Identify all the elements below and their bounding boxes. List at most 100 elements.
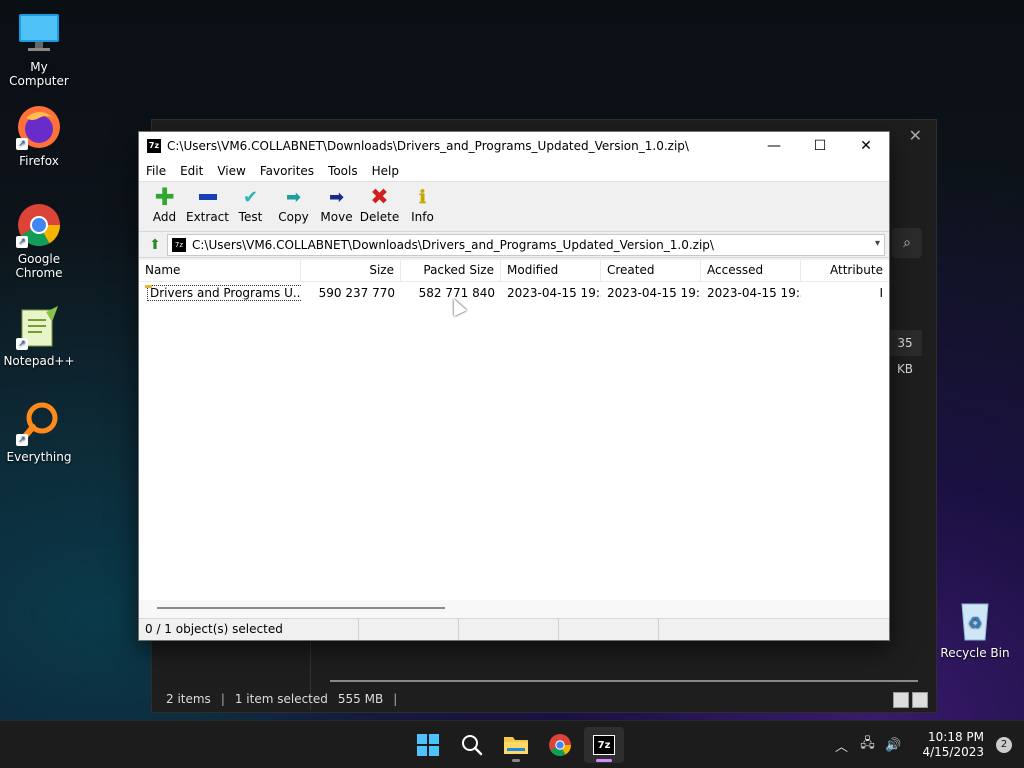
chrome-icon: ↗	[16, 202, 62, 248]
details-view-icon[interactable]	[893, 692, 909, 708]
copy-arrow-icon: ➡	[285, 186, 302, 208]
folder-icon	[504, 737, 528, 754]
row-packed-size: 582 771 840	[418, 286, 495, 300]
menu-tools[interactable]: Tools	[321, 164, 365, 178]
chrome-icon	[549, 734, 571, 756]
selected-size: 555 MB	[337, 692, 384, 706]
start-button[interactable]	[408, 727, 448, 763]
desktop-icon-everything[interactable]: ↗ Everything	[0, 400, 78, 464]
network-icon[interactable]: 🖧	[854, 734, 880, 756]
extract-label: Extract	[186, 210, 229, 224]
table-row[interactable]: Drivers and Programs U... 590 237 770 58…	[139, 283, 889, 303]
menu-help[interactable]: Help	[365, 164, 406, 178]
7zip-taskbar-button[interactable]: 7z	[584, 727, 624, 763]
notification-badge[interactable]: 2	[996, 737, 1012, 753]
shortcut-arrow-icon: ↗	[16, 338, 28, 350]
desktop-icon-label: Recycle Bin	[940, 646, 1010, 660]
menu-view[interactable]: View	[210, 164, 252, 178]
minimize-button[interactable]: —	[751, 132, 797, 160]
desktop-icon-chrome[interactable]: ↗ Google Chrome	[0, 202, 78, 280]
menu-edit[interactable]: Edit	[173, 164, 210, 178]
scrollbar-thumb[interactable]	[157, 607, 445, 609]
row-created: 2023-04-15 19:52	[607, 286, 701, 300]
chevron-down-icon[interactable]: ▾	[875, 238, 880, 249]
move-button[interactable]: ➡ Move	[315, 186, 358, 225]
horizontal-scrollbar[interactable]	[330, 680, 918, 682]
menu-favorites[interactable]: Favorites	[253, 164, 321, 178]
copy-button[interactable]: ➡ Copy	[272, 186, 315, 225]
row-name-cell[interactable]: Drivers and Programs U...	[139, 285, 301, 301]
maximize-button[interactable]: ☐	[797, 132, 843, 160]
address-input[interactable]: 7z C:\Users\VM6.COLLABNET\Downloads\Driv…	[167, 233, 885, 256]
desktop-icon-firefox[interactable]: ↗ Firefox	[0, 104, 78, 168]
close-button[interactable]: ✕	[843, 132, 889, 160]
delete-label: Delete	[359, 210, 400, 224]
desktop-icon-label: Everything	[6, 450, 72, 464]
add-button[interactable]: ✚ Add	[143, 183, 186, 224]
info-button[interactable]: ℹ Info	[401, 186, 444, 225]
status-bar: 0 / 1 object(s) selected	[139, 618, 889, 640]
row-attribute: I	[879, 286, 883, 300]
search-button[interactable]	[452, 727, 492, 763]
desktop-icon-label: Google Chrome	[15, 252, 63, 280]
column-accessed[interactable]: Accessed	[701, 260, 801, 281]
toolbar: ✚ Add Extract ✔ Test ➡ Copy ➡ Move ✖ Del…	[139, 182, 889, 232]
column-packed-size[interactable]: Packed Size	[401, 260, 501, 281]
move-arrow-icon: ➡	[328, 186, 345, 208]
selected-count: 1 item selected	[234, 692, 328, 706]
column-size[interactable]: Size	[301, 260, 401, 281]
shortcut-arrow-icon: ↗	[16, 434, 28, 446]
up-folder-icon[interactable]: ⬆	[143, 235, 167, 255]
window-title: C:\Users\VM6.COLLABNET\Downloads\Drivers…	[167, 139, 689, 153]
desktop-icon-label: Firefox	[19, 154, 59, 168]
search-icon	[462, 735, 483, 756]
file-list[interactable]: Name Size Packed Size Modified Created A…	[139, 260, 889, 600]
desktop-icon-my-computer[interactable]: My Computer	[0, 10, 78, 88]
column-name[interactable]: Name	[139, 260, 301, 281]
desktop-icon-recycle-bin[interactable]: ♻ Recycle Bin	[936, 596, 1014, 660]
file-size-label: 35 KB	[888, 330, 922, 376]
menu-file[interactable]: File	[139, 164, 173, 178]
chrome-taskbar-button[interactable]	[540, 727, 580, 763]
file-explorer-button[interactable]	[496, 727, 536, 763]
move-label: Move	[320, 210, 353, 224]
add-label: Add	[152, 210, 177, 224]
7zip-file-manager-window[interactable]: 7z C:\Users\VM6.COLLABNET\Downloads\Driv…	[138, 131, 890, 641]
test-button[interactable]: ✔ Test	[229, 186, 272, 225]
horizontal-scrollbar[interactable]	[139, 600, 889, 618]
row-size: 590 237 770	[318, 286, 395, 300]
volume-icon[interactable]: 🔊	[880, 738, 906, 753]
item-count: 2 items	[166, 692, 211, 706]
shortcut-arrow-icon: ↗	[16, 138, 28, 150]
clock[interactable]: 10:18 PM 4/15/2023	[922, 730, 984, 760]
column-modified[interactable]: Modified	[501, 260, 601, 281]
view-toggle[interactable]	[893, 692, 928, 708]
status-cell-3	[459, 619, 559, 640]
svg-text:♻: ♻	[968, 613, 982, 632]
chevron-up-icon[interactable]: ︿	[828, 736, 854, 755]
extract-button[interactable]: Extract	[186, 186, 229, 224]
taskbar: 7z ︿ 🖧 🔊 10:18 PM 4/15/2023 2	[0, 720, 1024, 768]
status-cell-4	[559, 619, 659, 640]
status-cell-2	[359, 619, 459, 640]
info-icon: ℹ	[419, 186, 426, 208]
test-label: Test	[238, 210, 263, 224]
search-icon[interactable]: ⌕	[892, 228, 922, 258]
column-headers: Name Size Packed Size Modified Created A…	[139, 260, 889, 282]
row-accessed: 2023-04-15 19:52	[707, 286, 801, 300]
selection-status: 0 / 1 object(s) selected	[139, 619, 359, 640]
column-created[interactable]: Created	[601, 260, 701, 281]
archive-icon: 7z	[172, 237, 186, 252]
search-icon: ↗	[16, 400, 62, 446]
close-icon[interactable]: ✕	[909, 126, 922, 145]
copy-label: Copy	[278, 210, 309, 224]
clock-date: 4/15/2023	[922, 745, 984, 759]
title-bar[interactable]: 7z C:\Users\VM6.COLLABNET\Downloads\Driv…	[139, 132, 889, 160]
column-attribute[interactable]: Attribute	[801, 260, 889, 281]
delete-button[interactable]: ✖ Delete	[358, 185, 401, 225]
desktop-icon-notepadpp[interactable]: ↗ Notepad++	[0, 304, 78, 368]
monitor-icon	[16, 10, 62, 56]
tiles-view-icon[interactable]	[912, 692, 928, 708]
shortcut-arrow-icon: ↗	[16, 236, 28, 248]
desktop-icon-label: My Computer	[9, 60, 69, 88]
